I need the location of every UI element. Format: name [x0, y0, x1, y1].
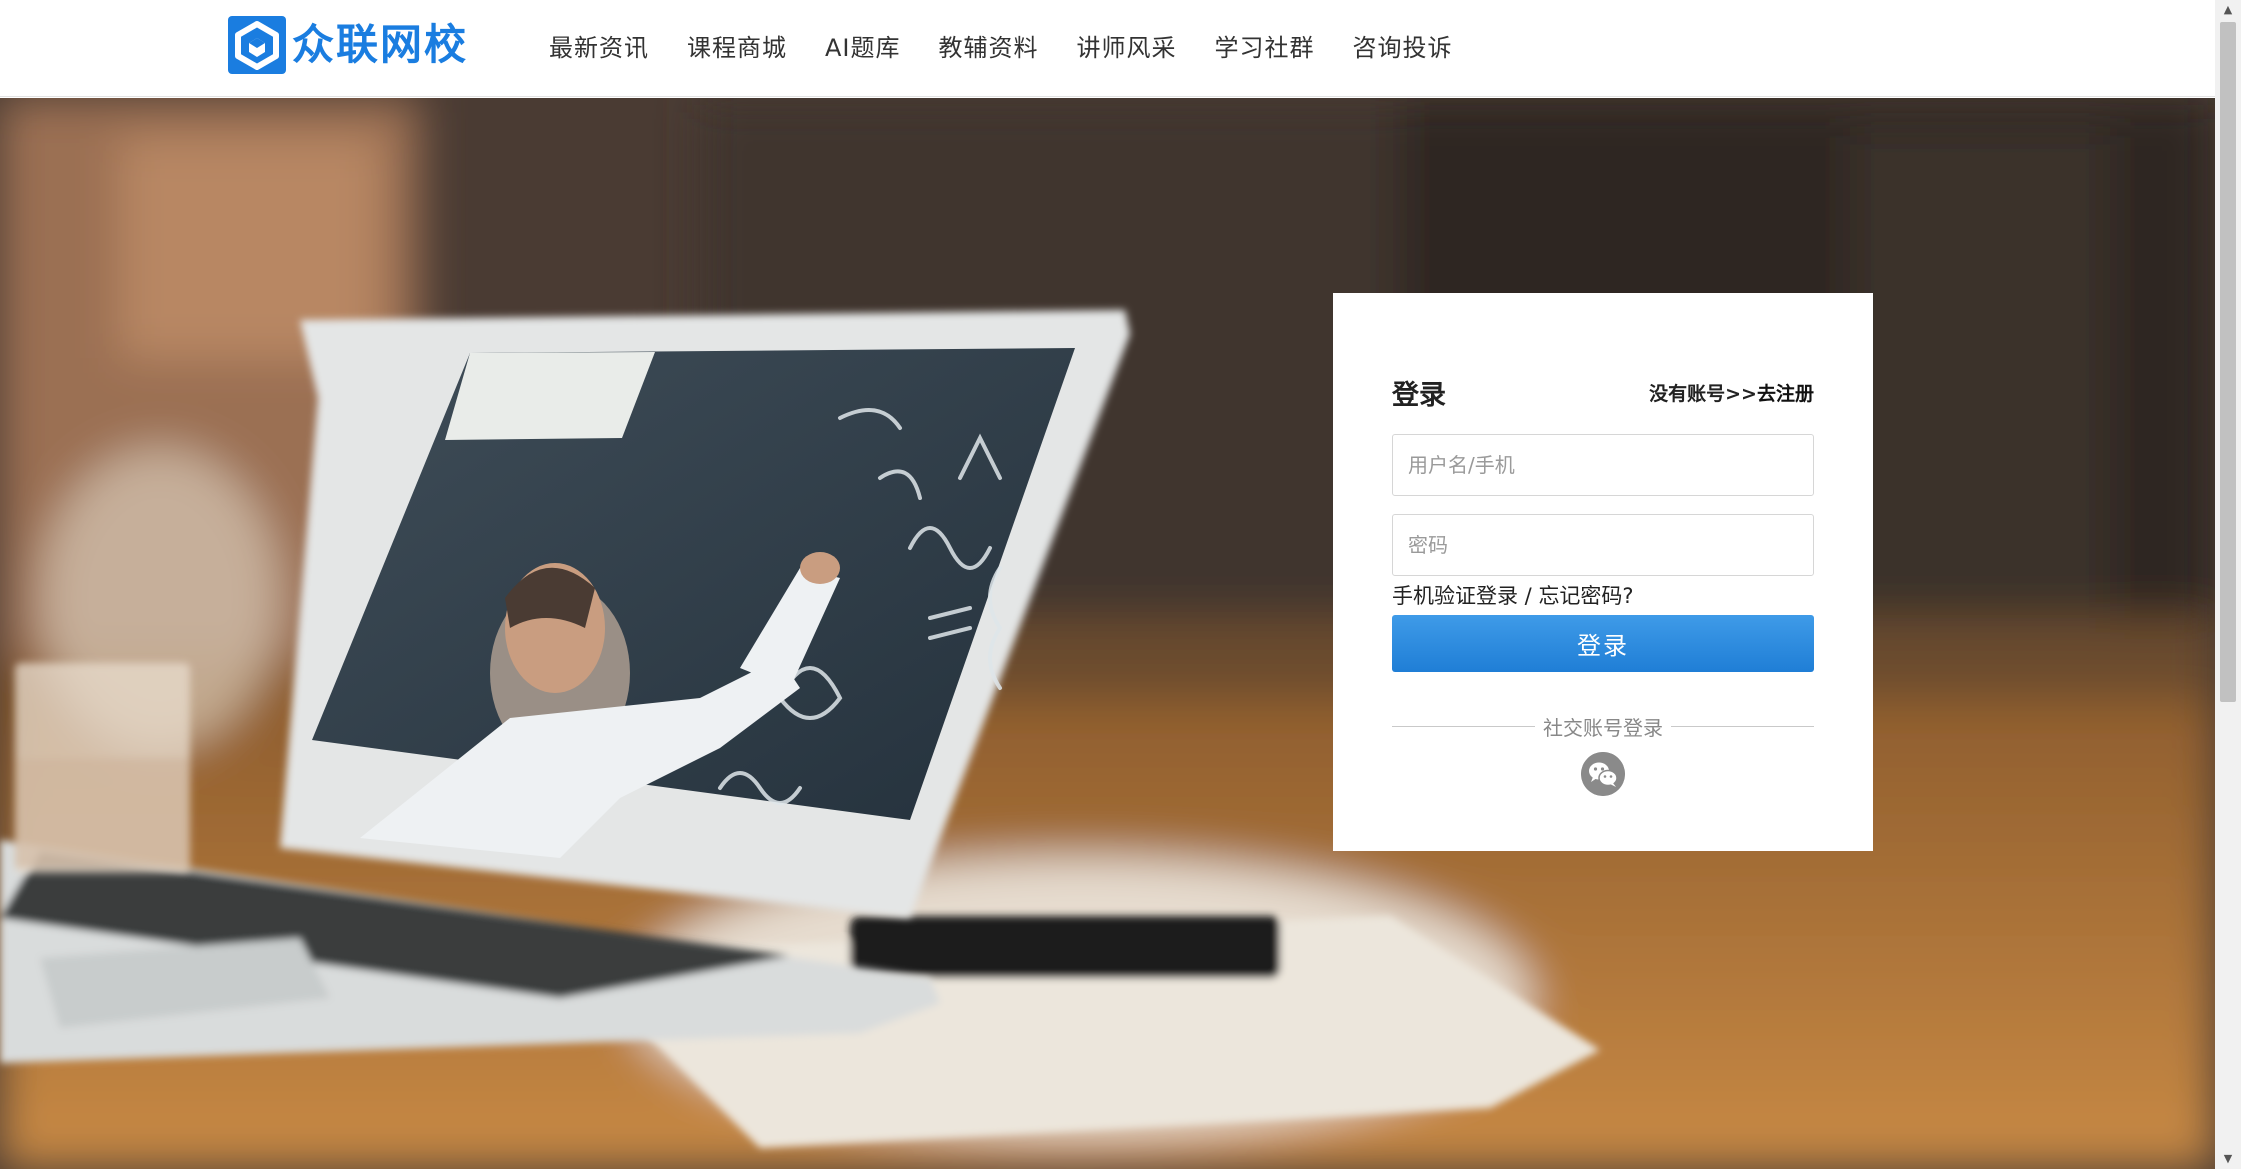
main-nav: 最新资讯 课程商城 AI题库 教辅资料 讲师风采 学习社群 咨询投诉: [549, 22, 1491, 68]
forgot-password-link[interactable]: 忘记密码?: [1538, 584, 1633, 608]
page-scrollbar[interactable]: ▲ ▼: [2215, 0, 2241, 1169]
nav-item-ai-questions[interactable]: AI题库: [825, 28, 901, 63]
hero-background: [0, 98, 2215, 1169]
arrow-up-icon[interactable]: ▲: [2215, 0, 2241, 20]
login-title: 登录: [1392, 380, 1446, 411]
social-login-label: 社交账号登录: [1543, 715, 1663, 740]
nav-item-courses[interactable]: 课程商城: [687, 28, 787, 63]
nav-item-community[interactable]: 学习社群: [1215, 28, 1315, 63]
login-card: 登录 没有账号>>去注册 手机验证登录 / 忘记密码? 登录 社交账号登录: [1333, 293, 1873, 851]
logo-text: 众联网校: [292, 20, 469, 69]
login-button[interactable]: 登录: [1392, 615, 1814, 672]
alternative-links: 手机验证登录 / 忘记密码?: [1392, 580, 1634, 610]
site-header: 众联网校 最新资讯 课程商城 AI题库 教辅资料 讲师风采 学习社群 咨询投诉: [0, 0, 2215, 97]
username-input[interactable]: [1392, 434, 1814, 496]
sms-login-link[interactable]: 手机验证登录: [1392, 584, 1518, 608]
nav-item-complaints[interactable]: 咨询投诉: [1353, 28, 1453, 63]
password-input[interactable]: [1392, 514, 1814, 576]
divider-line-right: [1671, 725, 1814, 727]
register-prefix: 没有账号>>: [1649, 383, 1757, 405]
scroll-thumb[interactable]: [2220, 22, 2236, 702]
nav-item-news[interactable]: 最新资讯: [549, 28, 649, 63]
arrow-down-icon[interactable]: ▼: [2215, 1149, 2241, 1169]
nav-item-teachers[interactable]: 讲师风采: [1077, 28, 1177, 63]
register-link[interactable]: 去注册: [1757, 383, 1814, 405]
link-separator: /: [1518, 584, 1539, 608]
site-logo[interactable]: 众联网校: [228, 16, 468, 74]
divider-line-left: [1392, 725, 1535, 727]
wechat-icon[interactable]: [1581, 752, 1625, 796]
register-prompt: 没有账号>>去注册: [1649, 379, 1814, 406]
cube-logo-icon: [228, 16, 286, 74]
social-login-divider: 社交账号登录: [1392, 711, 1814, 741]
laptop-teacher-photo: [0, 98, 2215, 1169]
nav-item-materials[interactable]: 教辅资料: [939, 28, 1039, 63]
